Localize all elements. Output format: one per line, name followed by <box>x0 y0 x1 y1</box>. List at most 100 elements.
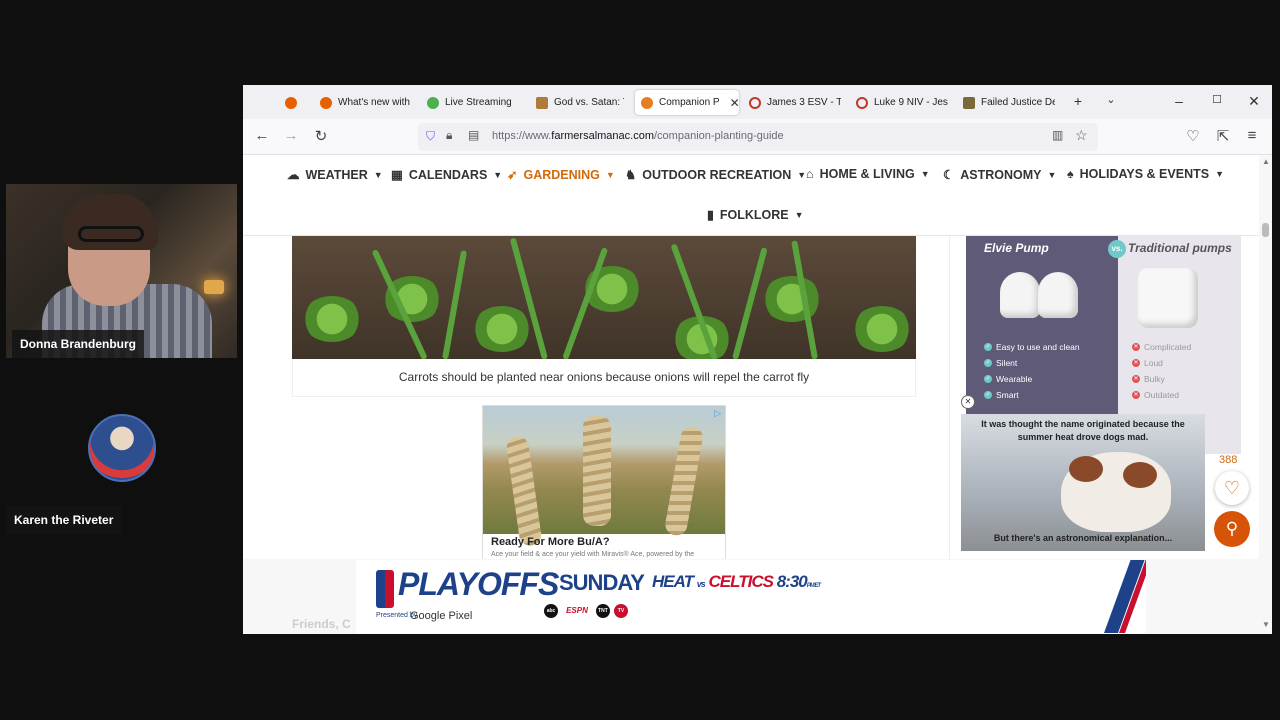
menu-astronomy[interactable]: ☾ ASTRONOMY ▼ <box>943 167 1056 183</box>
ad-dog-days[interactable]: It was thought the name originated becau… <box>961 414 1205 551</box>
tab-label: Failed Justice De <box>981 97 1055 108</box>
dog-spot <box>1123 462 1157 488</box>
feature-label: Loud <box>1144 358 1163 368</box>
menu-home-living[interactable]: ⌂ HOME & LIVING ▼ <box>806 167 930 181</box>
carrot-plant <box>302 296 362 342</box>
menu-label: HOLIDAYS & EVENTS <box>1079 167 1210 181</box>
carrot-icon <box>641 96 653 109</box>
banner-title: PLAYOFFS <box>398 566 559 602</box>
chevron-down-icon: ▼ <box>920 169 930 179</box>
tab-live-streaming[interactable]: Live Streaming <box>427 90 517 115</box>
forward-icon[interactable]: → <box>281 127 301 144</box>
scroll-down-icon[interactable]: ▼ <box>1262 620 1270 629</box>
participant-video-donna: Donna Brandenburg <box>6 184 237 358</box>
feature-label: Complicated <box>1144 342 1192 352</box>
url-prefix: https://www. <box>492 130 552 142</box>
page-scrollbar[interactable]: ▲ ▼ <box>1259 155 1272 634</box>
bookmark-star-icon[interactable]: ☆ <box>1075 127 1088 144</box>
close-window-icon[interactable]: ✕ <box>1244 93 1264 110</box>
tab-luke-9[interactable]: Luke 9 NIV - Jesu <box>856 90 948 115</box>
banner-day: SUNDAY <box>559 570 645 595</box>
banner-matchup: HEAT vs CELTICS 8:30PM ET <box>652 572 821 592</box>
vs-badge: vs. <box>1108 240 1126 258</box>
menu-folklore[interactable]: ▮ FOLKLORE ▼ <box>707 207 804 223</box>
feature-label: Wearable <box>996 374 1033 384</box>
shield-icon[interactable]: ⛉ <box>426 129 435 144</box>
menu-gardening[interactable]: ➶ GARDENING ▼ <box>507 167 615 183</box>
pocket-icon[interactable]: ♡ <box>1183 127 1203 145</box>
minimize-icon[interactable]: – <box>1169 93 1189 109</box>
menu-holidays-events[interactable]: ♠ HOLIDAYS & EVENTS ▼ <box>1067 167 1224 181</box>
tab-failed-justice[interactable]: Failed Justice De <box>963 90 1055 115</box>
reader-view-icon[interactable]: ▥ <box>1052 128 1063 142</box>
feature-label: Easy to use and clean <box>996 342 1080 352</box>
ad-nba-banner[interactable]: PLAYOFFS Presented by Google Pixel SUNDA… <box>356 560 1146 633</box>
ad-feature: ✕ Bulky <box>1132 374 1165 384</box>
chevron-down-icon: ▼ <box>493 169 503 180</box>
cross-icon: ✕ <box>1132 359 1140 367</box>
ad-body: Ace your field & ace your yield with Mir… <box>491 551 695 558</box>
chevron-down-icon: ▼ <box>797 169 807 180</box>
tab-companion-planting[interactable]: Companion P ✕ <box>635 90 739 115</box>
menu-calendars[interactable]: ▦ CALENDARS ▼ <box>391 167 503 183</box>
participant-name-tag: Karen the Riveter <box>6 506 122 534</box>
maximize-icon[interactable]: ☐ <box>1207 93 1227 106</box>
ad-feature: ✓ Easy to use and clean <box>984 342 1080 352</box>
chevron-down-icon[interactable]: ⌄ <box>1101 93 1121 106</box>
address-bar[interactable]: ⛉ 🔒︎ ▤ https://www.farmersalmanac.com/co… <box>418 123 1098 151</box>
tab-god-vs-satan[interactable]: God vs. Satan: Th <box>536 90 624 115</box>
browser-window: What's new with Live Streaming God vs. S… <box>243 85 1272 634</box>
image-caption: Carrots should be planted near onions be… <box>292 359 916 397</box>
menu-label: GARDENING <box>523 167 600 182</box>
network-logo: ESPN <box>562 604 592 618</box>
cloud-icon: ☁ <box>287 168 300 182</box>
team-name: HEAT <box>652 572 694 591</box>
network-logos: abc ESPN TNT TV <box>544 604 628 618</box>
extensions-icon[interactable]: ⇱ <box>1213 127 1233 145</box>
carrot-plant <box>472 306 532 352</box>
scroll-up-icon[interactable]: ▲ <box>1262 157 1270 166</box>
dog-image <box>1061 452 1171 532</box>
wheat-stalk <box>583 416 611 526</box>
tab-label: Luke 9 NIV - Jesu <box>874 97 948 108</box>
ad-heading-right: Traditional pumps <box>1128 241 1232 255</box>
nba-logo-icon <box>376 570 394 608</box>
carrot-icon: ➶ <box>507 168 518 182</box>
plus-icon[interactable]: + <box>1068 93 1088 109</box>
tab-whats-new[interactable]: What's new with <box>320 90 410 115</box>
adchoices-icon[interactable]: ▷ <box>714 408 721 419</box>
back-icon[interactable]: ← <box>252 127 272 144</box>
url-text[interactable]: https://www.farmersalmanac.com/companion… <box>492 130 784 142</box>
menu-label: WEATHER <box>305 167 368 182</box>
home-icon: ⌂ <box>806 167 814 181</box>
bell-icon: ♞ <box>625 168 637 182</box>
calendar-icon: ▦ <box>391 168 403 182</box>
reload-icon[interactable]: ↻ <box>311 127 331 145</box>
pump-device <box>1000 272 1040 318</box>
carrot-plant <box>852 306 912 352</box>
menu-weather[interactable]: ☁ WEATHER ▼ <box>287 167 383 183</box>
page-info-icon[interactable]: ▤ <box>468 128 479 142</box>
carrot-plant <box>762 276 822 322</box>
close-icon[interactable]: ✕ <box>961 395 975 409</box>
tab-james-3[interactable]: James 3 ESV - Ta <box>749 90 841 115</box>
flag-icon <box>963 96 975 109</box>
tab-pinned[interactable] <box>285 90 297 115</box>
chevron-down-icon: ▼ <box>1215 169 1224 179</box>
book-icon: ▮ <box>707 208 714 222</box>
check-icon: ✓ <box>984 391 992 399</box>
pump-device <box>1038 272 1078 318</box>
feature-label: Silent <box>996 358 1018 368</box>
avatar <box>88 414 156 482</box>
lock-icon[interactable]: 🔒︎ <box>446 128 452 143</box>
ad-title: Ready For More Bu/A? <box>491 536 610 548</box>
heart-icon[interactable]: ♡ <box>1215 471 1249 505</box>
ad-wheat[interactable]: ▷ Ready For More Bu/A? Ace your field & … <box>482 405 726 565</box>
scrollbar-thumb[interactable] <box>1262 223 1269 237</box>
close-icon[interactable]: ✕ <box>730 96 739 110</box>
wheat-stalk <box>505 435 543 547</box>
firefox-icon <box>320 96 332 109</box>
menu-icon[interactable]: ≡ <box>1242 127 1262 144</box>
menu-outdoor-recreation[interactable]: ♞ OUTDOOR RECREATION ▼ <box>625 167 807 183</box>
search-icon[interactable]: ⚲ <box>1214 511 1250 547</box>
